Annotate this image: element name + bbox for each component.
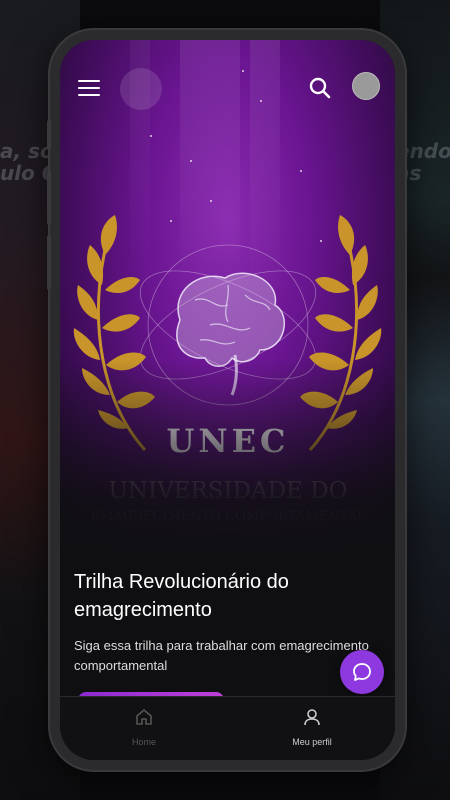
home-icon — [136, 709, 152, 725]
chat-bubble-icon — [353, 663, 371, 681]
top-bar — [60, 68, 395, 112]
bottom-nav: Home Meu perfil — [60, 696, 395, 760]
phone-volume-up — [47, 170, 51, 225]
course-title: Trilha Revolucionário do emagrecimento — [74, 571, 289, 621]
app-screen: UNEC UNIVERSIDADE DO EMAGRECIMENTO COMPO… — [60, 40, 395, 760]
logo-line1: UNIVERSIDADE DO — [108, 478, 347, 504]
search-icon[interactable] — [306, 74, 334, 102]
laurel-left — [73, 215, 155, 452]
phone-volume-down — [47, 235, 51, 290]
course-description: Siga essa trilha para trabalhar com emag… — [74, 638, 369, 673]
phone-side-button — [47, 120, 51, 150]
phone-frame: UNEC UNIVERSIDADE DO EMAGRECIMENTO COMPO… — [47, 30, 405, 770]
nav-label-profile: Meu perfil — [292, 737, 332, 747]
course-info: Trilha Revolucionário do emagrecimento S… — [74, 568, 374, 676]
logo-line2: EMAGRECIMENTO COMPORTAMENTAL — [91, 509, 366, 520]
brain-icon — [176, 272, 285, 396]
nav-item-home[interactable]: Home — [84, 707, 204, 747]
unec-logo: UNEC UNIVERSIDADE DO EMAGRECIMENTO COMPO… — [73, 215, 382, 520]
logo-acronym: UNEC — [166, 422, 289, 460]
camera-notch — [120, 68, 162, 110]
user-icon — [304, 709, 320, 726]
hamburger-menu-icon[interactable] — [78, 80, 100, 100]
hero-banner: UNEC UNIVERSIDADE DO EMAGRECIMENTO COMPO… — [60, 40, 395, 560]
user-avatar[interactable] — [352, 72, 380, 100]
chat-button[interactable] — [340, 650, 384, 694]
nav-item-profile[interactable]: Meu perfil — [252, 707, 372, 747]
nav-label-home: Home — [131, 737, 156, 747]
laurel-right — [300, 215, 382, 452]
